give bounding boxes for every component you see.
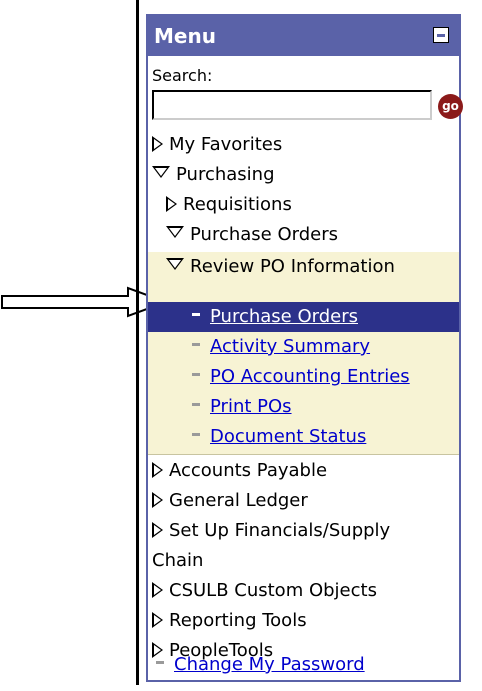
expand-arrow-icon[interactable] (152, 462, 163, 478)
menu-container: Menu Search: go My Favorites Purchasing … (146, 14, 463, 682)
tree-item-label: CSULB Custom Objects (169, 580, 377, 601)
tree-item-review-po-information[interactable]: Review PO Information (148, 252, 459, 281)
tree-item-label: Purchasing (176, 164, 275, 185)
search-label: Search: (152, 66, 213, 85)
tree-item-setup-financials-line2[interactable]: Chain (152, 546, 203, 575)
tree-item-label: Set Up Financials/Supply (169, 520, 391, 541)
tree-item-csulb-custom-objects[interactable]: CSULB Custom Objects (152, 576, 377, 605)
link-label[interactable]: Document Status (210, 426, 366, 447)
go-button[interactable]: go (438, 94, 463, 119)
collapse-arrow-icon[interactable] (166, 258, 184, 270)
bullet-dash-icon (192, 433, 200, 436)
expand-arrow-icon[interactable] (152, 492, 163, 508)
link-label[interactable]: Activity Summary (210, 336, 370, 357)
po-link-print-pos[interactable]: Print POs (192, 392, 292, 421)
tree-item-requisitions[interactable]: Requisitions (166, 190, 292, 219)
collapse-arrow-icon[interactable] (166, 226, 184, 238)
expand-arrow-icon[interactable] (166, 196, 177, 212)
tree-item-label: Chain (152, 550, 204, 571)
tree-item-label: Reporting Tools (169, 610, 307, 631)
tree-item-label: General Ledger (169, 490, 308, 511)
po-link-accounting-entries[interactable]: PO Accounting Entries (192, 362, 410, 391)
link-label[interactable]: Print POs (210, 396, 292, 417)
link-label[interactable]: Purchase Orders (210, 306, 358, 327)
menu-title: Menu (154, 24, 216, 48)
po-link-document-status[interactable]: Document Status (192, 422, 366, 451)
minimize-icon[interactable] (433, 27, 449, 43)
bullet-dash-icon (192, 403, 200, 406)
tree-item-setup-financials[interactable]: Set Up Financials/Supply (152, 516, 390, 545)
tree-item-purchasing[interactable]: Purchasing (152, 160, 275, 189)
link-label[interactable]: PO Accounting Entries (210, 366, 410, 387)
menu-panel: Menu Search: go My Favorites Purchasing … (136, 0, 468, 685)
tree-item-label: Requisitions (183, 194, 292, 215)
bullet-dash-icon (192, 313, 200, 316)
tree-item-label: Purchase Orders (190, 224, 338, 245)
tree-item-purchase-orders[interactable]: Purchase Orders (166, 220, 338, 249)
tree-item-change-password[interactable]: Change My Password (156, 650, 365, 679)
expand-arrow-icon[interactable] (152, 522, 163, 538)
search-input[interactable] (152, 90, 432, 120)
link-label[interactable]: Change My Password (174, 654, 365, 675)
tree-item-reporting-tools[interactable]: Reporting Tools (152, 606, 307, 635)
po-link-purchase-orders[interactable]: Purchase Orders (192, 302, 358, 331)
collapse-arrow-icon[interactable] (152, 166, 170, 178)
tree-item-accounts-payable[interactable]: Accounts Payable (152, 456, 327, 485)
tree-item-general-ledger[interactable]: General Ledger (152, 486, 308, 515)
bullet-dash-icon (192, 343, 200, 346)
bullet-dash-icon (192, 373, 200, 376)
expand-arrow-icon[interactable] (152, 582, 163, 598)
po-link-activity-summary[interactable]: Activity Summary (192, 332, 370, 361)
tree-item-label: My Favorites (169, 134, 283, 155)
tree-item-my-favorites[interactable]: My Favorites (152, 130, 282, 159)
menu-header: Menu (148, 16, 459, 56)
expand-arrow-icon[interactable] (152, 136, 163, 152)
tree-item-label: Review PO Information (190, 256, 395, 277)
bullet-dash-icon (156, 661, 164, 664)
tree-item-label: Accounts Payable (169, 460, 328, 481)
expand-arrow-icon[interactable] (152, 612, 163, 628)
